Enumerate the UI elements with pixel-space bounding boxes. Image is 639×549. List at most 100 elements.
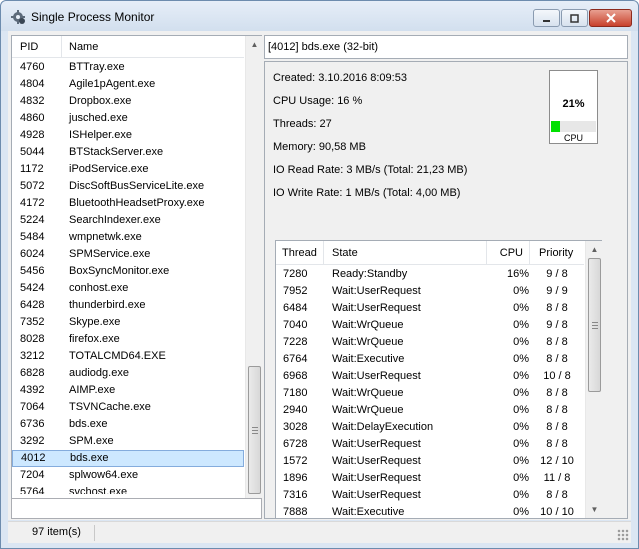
process-pid: 4172 [20, 197, 45, 209]
thread-row[interactable]: 7228 Wait:WrQueue 0% 8 / 8 [276, 334, 584, 351]
column-header-name[interactable]: Name [62, 36, 98, 58]
thread-row[interactable]: 7952 Wait:UserRequest 0% 9 / 9 [276, 283, 584, 300]
process-name: SPMService.exe [69, 248, 151, 260]
thread-cpu: 0% [513, 285, 529, 297]
process-row[interactable]: 6428 thunderbird.exe [12, 297, 244, 314]
process-name: BTTray.exe [69, 61, 125, 73]
thread-row[interactable]: 7316 Wait:UserRequest 0% 8 / 8 [276, 487, 584, 504]
process-name: iPodService.exe [69, 163, 149, 175]
process-pid: 6736 [20, 418, 45, 430]
io-write-label: IO Write Rate: 1 MB/s (Total: 4,00 MB) [273, 187, 461, 199]
thread-table-scrollbar[interactable]: ▲ ▼ [585, 241, 602, 518]
item-count: 97 item(s) [32, 526, 81, 538]
process-row[interactable]: 5424 conhost.exe [12, 280, 244, 297]
thread-cpu: 0% [513, 387, 529, 399]
thread-id: 1572 [283, 455, 308, 467]
minimize-button[interactable] [533, 9, 560, 27]
column-header-priority[interactable]: Priority [530, 241, 584, 264]
close-button[interactable] [589, 9, 632, 27]
process-row[interactable]: 1172 iPodService.exe [12, 161, 244, 178]
thread-cpu: 0% [513, 421, 529, 433]
filter-input[interactable] [11, 498, 262, 519]
cpu-meter-label: CPU [563, 133, 583, 143]
thread-state: Wait:UserRequest [332, 472, 421, 484]
thread-row[interactable]: 7040 Wait:WrQueue 0% 9 / 8 [276, 317, 584, 334]
process-list-scrollbar[interactable]: ▲ ▼ [245, 36, 262, 516]
thread-row[interactable]: 7888 Wait:Executive 0% 10 / 10 [276, 504, 584, 518]
thread-id: 3028 [283, 421, 308, 433]
thread-id: 7228 [283, 336, 308, 348]
arrow-down-icon[interactable]: ▼ [586, 501, 603, 518]
thread-row[interactable]: 6728 Wait:UserRequest 0% 8 / 8 [276, 436, 584, 453]
process-row[interactable]: 6736 bds.exe [12, 416, 244, 433]
process-row[interactable]: 5044 BTStackServer.exe [12, 144, 244, 161]
process-row[interactable]: 4860 jusched.exe [12, 110, 244, 127]
thread-row[interactable]: 1896 Wait:UserRequest 0% 11 / 8 [276, 470, 584, 487]
process-name: ISHelper.exe [69, 129, 132, 141]
thread-table[interactable]: Thread State CPU Priority 7280 Ready:Stan… [275, 240, 602, 519]
thread-row[interactable]: 6764 Wait:Executive 0% 8 / 8 [276, 351, 584, 368]
process-row[interactable]: 4928 ISHelper.exe [12, 127, 244, 144]
cpu-meter-percent: 21% [562, 98, 585, 110]
thread-row[interactable]: 6968 Wait:UserRequest 0% 10 / 8 [276, 368, 584, 385]
thread-cpu: 0% [513, 319, 529, 331]
thread-row[interactable]: 1572 Wait:UserRequest 0% 12 / 10 [276, 453, 584, 470]
process-row[interactable]: 8028 firefox.exe [12, 331, 244, 348]
process-row[interactable]: 5484 wmpnetwk.exe [12, 229, 244, 246]
thread-state: Wait:UserRequest [332, 370, 421, 382]
process-row[interactable]: 5764 svchost.exe [12, 484, 244, 494]
thread-row[interactable]: 7180 Wait:WrQueue 0% 8 / 8 [276, 385, 584, 402]
maximize-button[interactable] [561, 9, 588, 27]
process-pid: 5456 [20, 265, 45, 277]
resize-grip-icon[interactable] [617, 529, 629, 541]
process-row[interactable]: 6024 SPMService.exe [12, 246, 244, 263]
column-header-pid[interactable]: PID [12, 36, 62, 57]
thread-cpu: 0% [513, 370, 529, 382]
process-row[interactable]: 7204 splwow64.exe [12, 467, 244, 484]
column-header-state[interactable]: State [324, 241, 487, 264]
scroll-thumb[interactable] [588, 258, 601, 392]
thread-row[interactable]: 7280 Ready:Standby 16% 9 / 8 [276, 266, 584, 283]
arrow-up-icon[interactable]: ▲ [586, 241, 603, 258]
process-pid: 4392 [20, 384, 45, 396]
process-row[interactable]: 5456 BoxSyncMonitor.exe [12, 263, 244, 280]
process-row[interactable]: 3292 SPM.exe [12, 433, 244, 450]
thread-row[interactable]: 6484 Wait:UserRequest 0% 8 / 8 [276, 300, 584, 317]
thread-row[interactable]: 3028 Wait:DelayExecution 0% 8 / 8 [276, 419, 584, 436]
process-row[interactable]: 5224 SearchIndexer.exe [12, 212, 244, 229]
column-header-thread[interactable]: Thread [276, 241, 324, 264]
process-row[interactable]: 5072 DiscSoftBusServiceLite.exe [12, 178, 244, 195]
thread-id: 2940 [283, 404, 308, 416]
process-row[interactable]: 4832 Dropbox.exe [12, 93, 244, 110]
thread-row[interactable]: 2940 Wait:WrQueue 0% 8 / 8 [276, 402, 584, 419]
arrow-up-icon[interactable]: ▲ [246, 36, 263, 53]
thread-cpu: 0% [513, 353, 529, 365]
window-title: Single Process Monitor [31, 10, 155, 24]
process-pid: 5764 [20, 486, 45, 494]
process-row[interactable]: 3212 TOTALCMD64.EXE [12, 348, 244, 365]
process-pid: 5224 [20, 214, 45, 226]
process-row[interactable]: 4804 Agile1pAgent.exe [12, 76, 244, 93]
title-bar[interactable]: Single Process Monitor [1, 1, 638, 31]
process-row[interactable]: 4172 BluetoothHeadsetProxy.exe [12, 195, 244, 212]
thread-priority: 10 / 8 [543, 370, 571, 382]
thread-cpu: 0% [513, 455, 529, 467]
process-row[interactable]: 4392 AIMP.exe [12, 382, 244, 399]
process-name: TSVNCache.exe [69, 401, 151, 413]
thread-priority: 9 / 8 [546, 319, 568, 331]
process-row[interactable]: 7064 TSVNCache.exe [12, 399, 244, 416]
process-row[interactable]: 7352 Skype.exe [12, 314, 244, 331]
process-pid: 1172 [20, 163, 44, 175]
thread-state: Wait:UserRequest [332, 455, 421, 467]
process-row[interactable]: 4012 bds.exe [12, 450, 244, 467]
process-name: TOTALCMD64.EXE [69, 350, 166, 362]
process-row[interactable]: 6828 audiodg.exe [12, 365, 244, 382]
thread-id: 1896 [283, 472, 308, 484]
process-name: firefox.exe [69, 333, 120, 345]
column-header-cpu[interactable]: CPU [487, 241, 530, 264]
scroll-thumb[interactable] [248, 366, 261, 494]
process-list[interactable]: PID Name 4760 BTTray.exe 4804 Agile1pAgent.… [11, 35, 262, 517]
process-name: jusched.exe [69, 112, 128, 124]
thread-id: 7280 [283, 268, 308, 280]
process-row[interactable]: 4760 BTTray.exe [12, 59, 244, 76]
